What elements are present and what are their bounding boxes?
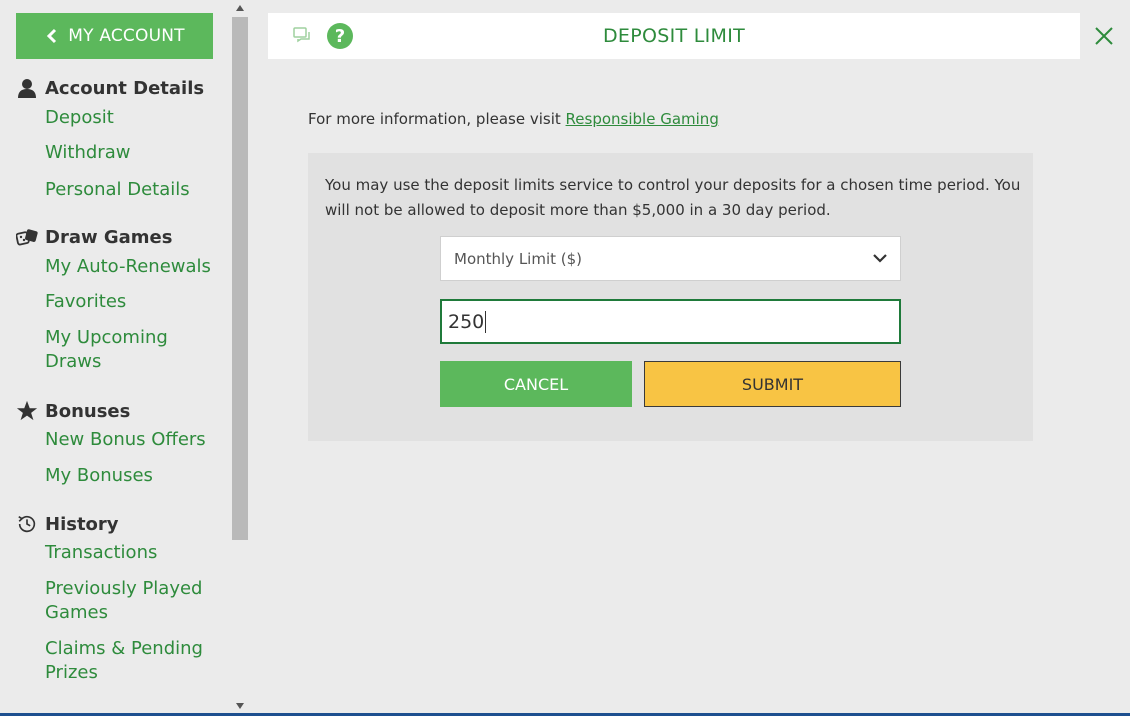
panel-header: ? DEPOSIT LIMIT (268, 13, 1080, 59)
sidebar-item-my-bonuses[interactable]: My Bonuses (45, 464, 225, 488)
dice-icon (16, 226, 38, 248)
deposit-limit-form: You may use the deposit limits service t… (308, 153, 1033, 441)
sidebar-item-personal-details[interactable]: Personal Details (45, 178, 225, 202)
section-account-details: Account Details (16, 76, 204, 100)
text-caret (485, 310, 487, 333)
info-line: For more information, please visit Respo… (308, 110, 719, 128)
section-bonuses: Bonuses (16, 399, 130, 423)
section-title-history: History (45, 513, 119, 535)
user-icon (16, 77, 38, 99)
sidebar-item-deposit[interactable]: Deposit (45, 106, 225, 130)
cancel-button[interactable]: CANCEL (440, 361, 632, 407)
my-account-button[interactable]: MY ACCOUNT (16, 13, 213, 59)
scroll-down-arrow-icon[interactable] (230, 698, 250, 714)
sidebar-item-withdraw[interactable]: Withdraw (45, 141, 225, 165)
limit-amount-input[interactable]: 250 (440, 299, 901, 344)
submit-button[interactable]: SUBMIT (644, 361, 901, 407)
scroll-up-arrow-icon[interactable] (230, 0, 250, 16)
deposit-limit-panel: ? DEPOSIT LIMIT For more information, pl… (250, 0, 1130, 716)
history-icon (16, 513, 38, 535)
section-title-bonuses: Bonuses (45, 400, 131, 422)
sidebar-scrollbar[interactable] (230, 0, 250, 716)
close-icon[interactable] (1093, 25, 1115, 47)
sidebar-item-upcoming-draws[interactable]: My Upcoming Draws (45, 326, 195, 374)
chevron-left-icon (47, 28, 57, 44)
sidebar-item-previously-played-games[interactable]: Previously Played Games (45, 577, 205, 625)
sidebar-item-new-bonus-offers[interactable]: New Bonus Offers (45, 428, 225, 452)
limit-type-selected-value: Monthly Limit ($) (454, 249, 583, 268)
my-account-label: MY ACCOUNT (68, 26, 185, 46)
sidebar-item-favorites[interactable]: Favorites (45, 290, 225, 314)
section-title-account-details: Account Details (45, 77, 205, 99)
page-title: DEPOSIT LIMIT (602, 25, 746, 47)
sidebar-item-claims-pending-prizes[interactable]: Claims & Pending Prizes (45, 637, 205, 685)
form-description: You may use the deposit limits service t… (325, 176, 1021, 219)
section-title-draw-games: Draw Games (45, 226, 173, 248)
sidebar-item-auto-renewals[interactable]: My Auto-Renewals (45, 255, 225, 279)
scrollbar-thumb[interactable] (232, 17, 248, 540)
limit-amount-value: 250 (448, 310, 485, 333)
sidebar-item-transactions[interactable]: Transactions (45, 541, 225, 565)
limit-type-select[interactable]: Monthly Limit ($) (440, 236, 901, 281)
section-history: History (16, 512, 119, 536)
responsible-gaming-link[interactable]: Responsible Gaming (566, 110, 719, 128)
star-icon (16, 400, 38, 422)
section-draw-games: Draw Games (16, 225, 172, 249)
account-sidebar: MY ACCOUNT Account Details Deposit Withd… (0, 0, 230, 716)
info-prefix: For more information, please visit (308, 110, 566, 128)
chevron-down-icon (873, 254, 887, 263)
